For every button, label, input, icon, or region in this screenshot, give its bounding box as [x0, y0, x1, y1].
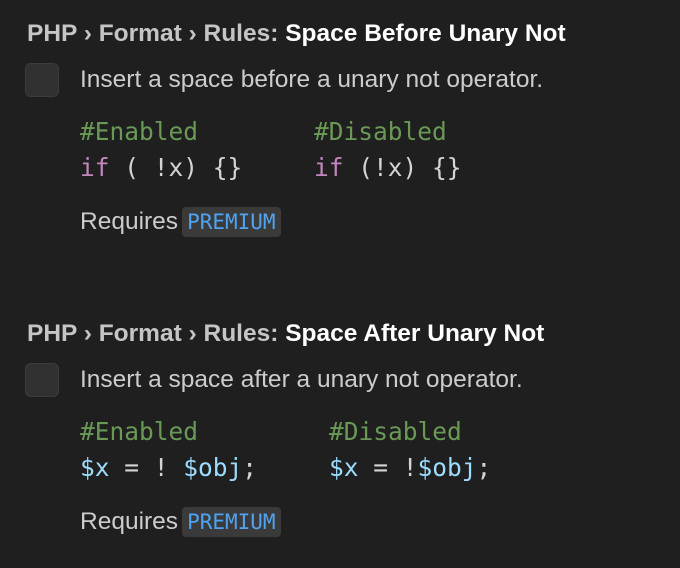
code-keyword: if — [314, 153, 344, 182]
code-variable: $x — [329, 453, 359, 482]
enabled-comment: #Enabled — [80, 417, 199, 446]
setting-title: PHP › Format › Rules: Space Before Unary… — [27, 20, 566, 48]
setting-breadcrumb: PHP › Format › Rules: — [27, 320, 286, 347]
setting-description: Insert a space after a unary not operato… — [80, 366, 523, 393]
requires-note: Requires PREMIUM — [80, 505, 281, 539]
disabled-comment: #Disabled — [314, 117, 447, 146]
requires-note: Requires PREMIUM — [80, 205, 281, 239]
disabled-code-example: if (!x) {} — [314, 150, 462, 186]
code-text: ( !x) {} — [109, 153, 243, 182]
premium-badge[interactable]: PREMIUM — [182, 207, 281, 237]
enabled-code-example: $x = ! $obj; — [80, 450, 257, 486]
code-variable: $x — [80, 453, 110, 482]
setting-description: Insert a space before a unary not operat… — [80, 66, 544, 93]
requires-label: Requires — [80, 208, 179, 235]
code-semicolon: ; — [476, 453, 492, 482]
disabled-code-example: $x = !$obj; — [329, 450, 491, 486]
premium-badge[interactable]: PREMIUM — [182, 507, 281, 537]
code-operator: = ! — [358, 453, 418, 482]
enable-checkbox[interactable] — [25, 63, 59, 97]
enabled-code-example: if ( !x) {} — [80, 150, 242, 186]
code-keyword: if — [80, 153, 110, 182]
setting-row: Insert a space before a unary not operat… — [25, 63, 665, 99]
disabled-comment: #Disabled — [329, 417, 462, 446]
code-text: (!x) {} — [343, 153, 462, 182]
code-operator: = ! — [109, 453, 184, 482]
enable-checkbox[interactable] — [25, 363, 59, 397]
code-semicolon: ; — [242, 453, 258, 482]
setting-name: Space After Unary Not — [285, 320, 545, 347]
requires-label: Requires — [80, 508, 179, 535]
setting-name: Space Before Unary Not — [285, 20, 566, 47]
setting-row: Insert a space after a unary not operato… — [25, 363, 665, 399]
setting-breadcrumb: PHP › Format › Rules: — [27, 20, 286, 47]
code-variable: $obj — [417, 453, 477, 482]
setting-title: PHP › Format › Rules: Space After Unary … — [27, 320, 544, 348]
code-variable: $obj — [183, 453, 243, 482]
enabled-comment: #Enabled — [80, 117, 199, 146]
